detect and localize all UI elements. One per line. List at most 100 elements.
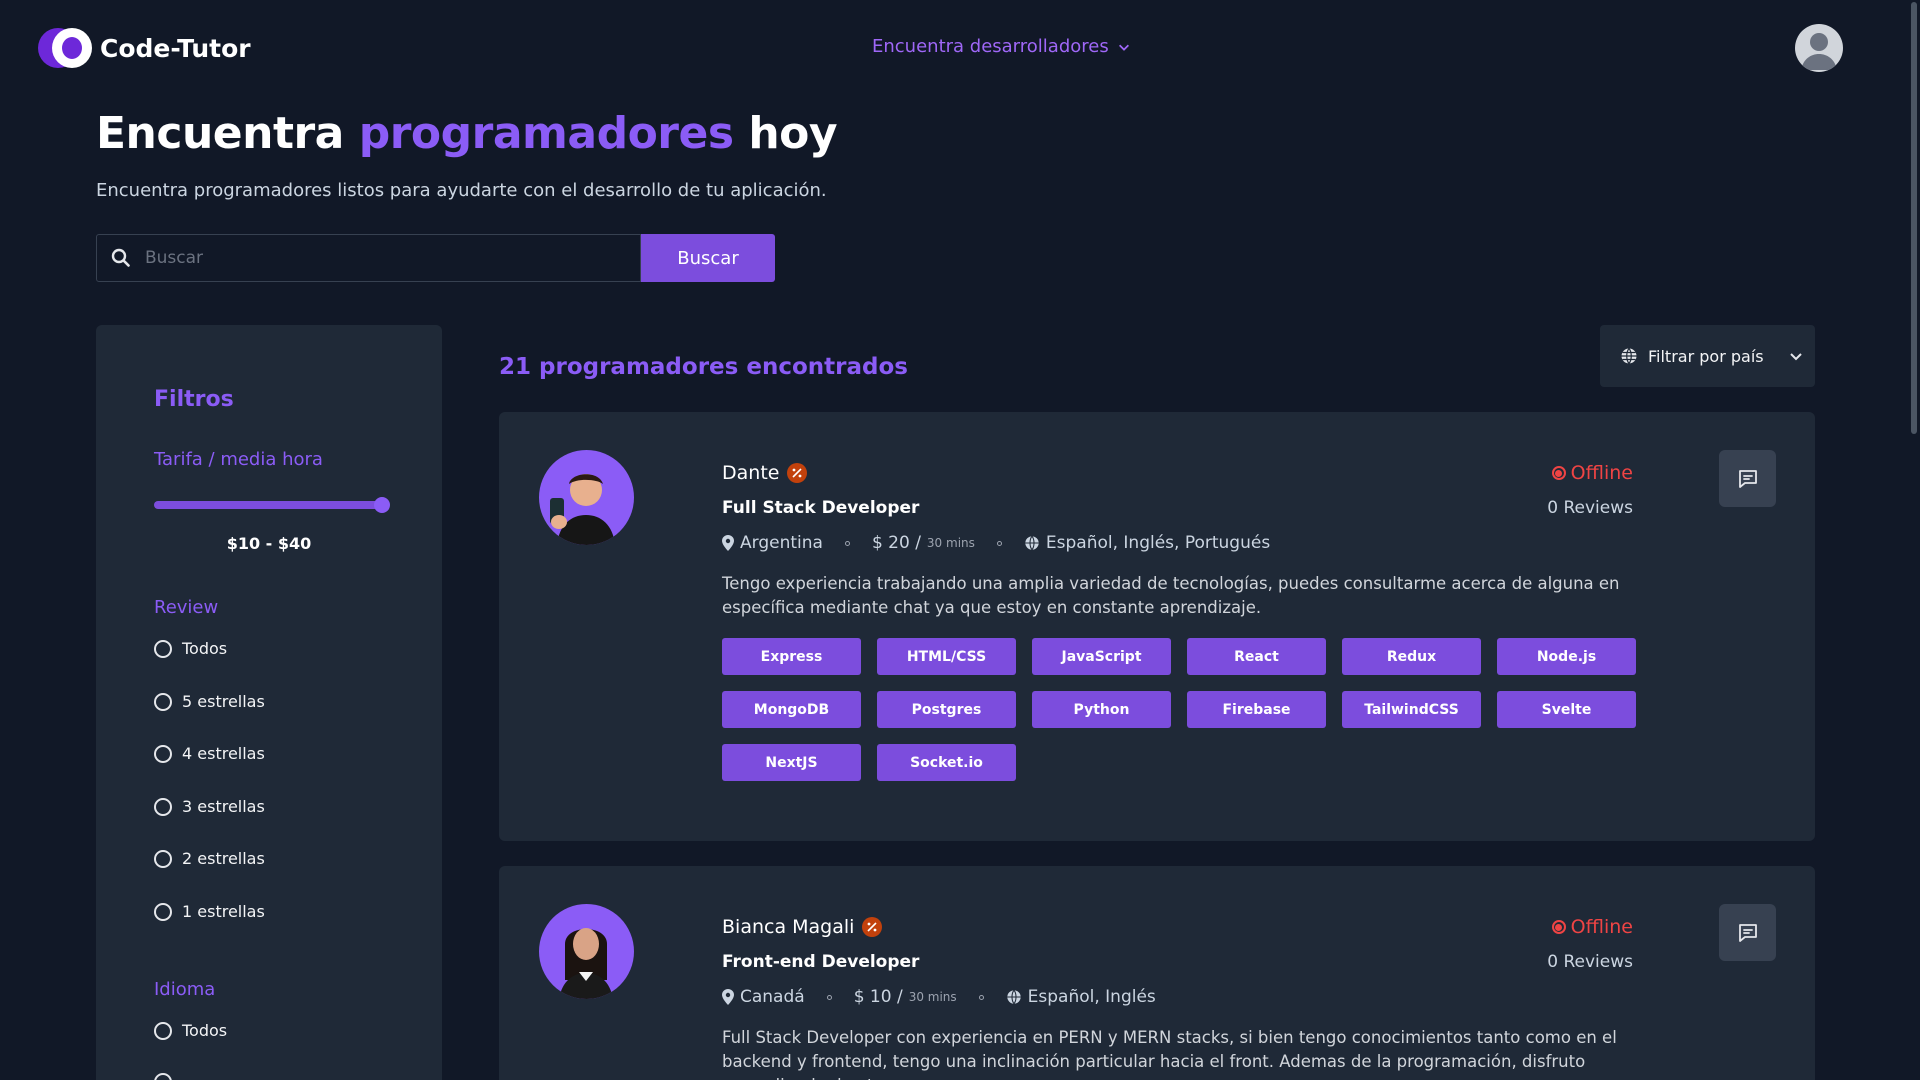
developer-name: Bianca Magali xyxy=(722,916,883,938)
developer-card[interactable]: Dante Full Stack Developer Argentina $ 2… xyxy=(499,412,1815,841)
skill-tag[interactable]: Socket.io xyxy=(877,744,1016,781)
title-end: hoy xyxy=(748,108,838,159)
developer-languages: Español, Inglés xyxy=(1027,987,1156,1007)
chevron-down-icon xyxy=(1789,353,1802,361)
skill-tag[interactable]: Express xyxy=(722,638,861,675)
review-option-2[interactable]: 2 estrellas xyxy=(154,849,265,868)
skill-tag[interactable]: TailwindCSS xyxy=(1342,691,1481,728)
skill-tag[interactable]: HTML/CSS xyxy=(877,638,1016,675)
developer-country: Argentina xyxy=(740,533,823,553)
page-title: Encuentra programadores hoy xyxy=(96,108,838,159)
location-pin-icon xyxy=(722,535,734,551)
skill-tags: Express HTML/CSS JavaScript React Redux … xyxy=(722,638,1642,781)
chat-button[interactable] xyxy=(1719,904,1776,961)
status-badge: Offline xyxy=(1551,916,1633,938)
developer-price: $ 20 / xyxy=(871,533,921,553)
review-option-4[interactable]: 4 estrellas xyxy=(154,744,265,763)
radio-icon xyxy=(154,849,172,868)
status-badge: Offline xyxy=(1551,462,1633,484)
separator-dot xyxy=(978,994,984,1000)
developer-country: Canadá xyxy=(740,987,805,1007)
skill-tag[interactable]: Postgres xyxy=(877,691,1016,728)
review-count: 0 Reviews xyxy=(1547,952,1633,972)
search-icon xyxy=(111,248,130,267)
developer-description: Full Stack Developer con experiencia en … xyxy=(722,1028,1617,1080)
user-avatar[interactable] xyxy=(1795,24,1843,72)
radio-icon xyxy=(154,1073,172,1080)
location-pin-icon xyxy=(722,989,734,1005)
globe-icon xyxy=(1006,989,1021,1005)
review-label: Review xyxy=(154,597,219,618)
skill-tag[interactable]: Redux xyxy=(1342,638,1481,675)
globe-icon xyxy=(1621,348,1637,364)
language-option-next[interactable] xyxy=(154,1073,172,1080)
rate-range-value: $10 - $40 xyxy=(226,534,312,553)
country-filter-dropdown[interactable]: Filtrar por país xyxy=(1600,325,1815,387)
skill-tag[interactable]: Node.js xyxy=(1497,638,1636,675)
skill-tag[interactable]: MongoDB xyxy=(722,691,861,728)
developer-description: Tengo experiencia trabajando una amplia … xyxy=(722,574,1620,617)
find-developers-label: Encuentra desarrolladores xyxy=(872,36,1109,57)
title-accent: programadores xyxy=(358,108,734,159)
review-count: 0 Reviews xyxy=(1547,498,1633,518)
scrollbar-thumb[interactable] xyxy=(1911,2,1917,434)
page-scrollbar[interactable] xyxy=(1908,0,1920,1080)
logo-icon xyxy=(38,28,92,68)
chat-icon xyxy=(1738,469,1757,488)
review-option-3[interactable]: 3 estrellas xyxy=(154,797,265,816)
find-developers-dropdown[interactable]: Encuentra desarrolladores xyxy=(872,36,1131,57)
radio-icon xyxy=(154,902,172,921)
filters-title: Filtros xyxy=(154,387,234,412)
chat-button[interactable] xyxy=(1719,450,1776,507)
chat-icon xyxy=(1738,923,1757,942)
results-count: 21 programadores encontrados xyxy=(499,354,908,380)
skill-tag[interactable]: Python xyxy=(1032,691,1171,728)
separator-dot xyxy=(826,994,832,1000)
developer-languages: Español, Inglés, Portugués xyxy=(1045,533,1271,553)
review-option-5[interactable]: 5 estrellas xyxy=(154,692,265,711)
skill-tag[interactable]: React xyxy=(1187,638,1326,675)
country-filter-label: Filtrar por país xyxy=(1648,346,1764,366)
brand-logo[interactable]: Code-Tutor xyxy=(38,28,251,68)
top-header: Code-Tutor Encuentra desarrolladores xyxy=(0,0,1920,96)
developer-avatar[interactable] xyxy=(539,450,634,545)
review-option-1[interactable]: 1 estrellas xyxy=(154,902,265,921)
developer-avatar[interactable] xyxy=(539,904,634,999)
title-start: Encuentra xyxy=(96,108,344,159)
rate-slider-handle[interactable] xyxy=(374,497,390,513)
skill-tag[interactable]: JavaScript xyxy=(1032,638,1171,675)
user-icon xyxy=(1801,33,1837,70)
radio-icon xyxy=(154,639,172,658)
filters-panel: Filtros Tarifa / media hora $10 - $40 Re… xyxy=(96,325,442,1080)
discount-badge-icon xyxy=(862,917,883,937)
skill-tag[interactable]: Svelte xyxy=(1497,691,1636,728)
offline-status-icon xyxy=(1551,920,1566,934)
skill-tag[interactable]: Firebase xyxy=(1187,691,1326,728)
review-option-all[interactable]: Todos xyxy=(154,639,227,658)
radio-icon xyxy=(154,744,172,763)
globe-icon xyxy=(1025,535,1039,551)
search-field[interactable] xyxy=(96,234,641,282)
developer-name: Dante xyxy=(722,462,808,484)
search-button[interactable]: Buscar xyxy=(641,234,775,282)
developer-role: Full Stack Developer xyxy=(722,498,920,518)
brand-name: Code-Tutor xyxy=(100,33,251,63)
rate-label: Tarifa / media hora xyxy=(154,449,323,470)
separator-dot xyxy=(844,540,850,546)
skill-tag[interactable]: NextJS xyxy=(722,744,861,781)
developer-card[interactable]: Bianca Magali Front-end Developer Canadá… xyxy=(499,866,1815,1080)
offline-status-icon xyxy=(1551,466,1566,480)
rate-slider-track[interactable] xyxy=(154,501,382,509)
chevron-down-icon xyxy=(1118,44,1129,51)
radio-icon xyxy=(154,797,172,816)
language-label: Idioma xyxy=(154,979,216,1000)
search-input[interactable] xyxy=(145,248,625,268)
discount-badge-icon xyxy=(787,463,808,483)
page-subtitle: Encuentra programadores listos para ayud… xyxy=(96,180,827,201)
developer-meta: Argentina $ 20 / 30 mins Español, Inglés… xyxy=(722,533,1270,553)
developer-price-unit: 30 mins xyxy=(908,990,957,1004)
language-option-all[interactable]: Todos xyxy=(154,1021,227,1040)
developer-role: Front-end Developer xyxy=(722,952,920,972)
separator-dot xyxy=(996,540,1002,546)
rate-slider[interactable] xyxy=(154,497,390,513)
